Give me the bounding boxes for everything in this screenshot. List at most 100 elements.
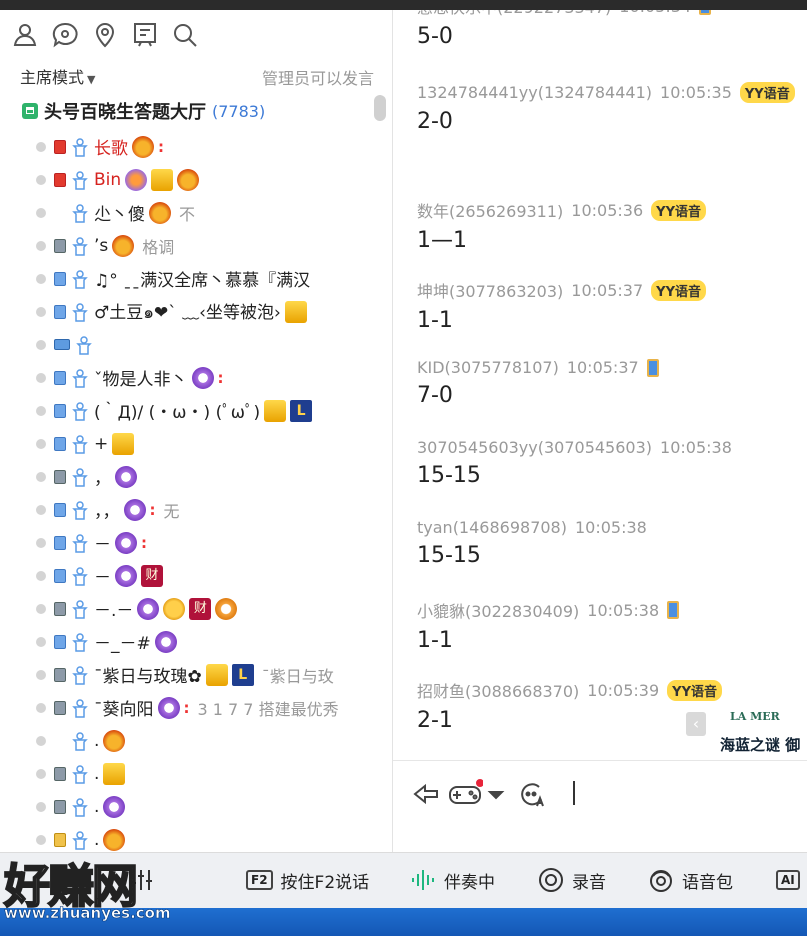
- user-name: ˉ葵向阳: [94, 700, 154, 720]
- chevron-down-icon: ▼: [87, 73, 96, 86]
- user-signature: 3 1 7 7 搭建最优秀: [197, 699, 339, 719]
- user-row[interactable]: +: [36, 427, 376, 460]
- voice-pack-label: 语音包: [682, 872, 733, 893]
- mode-dropdown[interactable]: 主席模式 ▼: [20, 64, 95, 88]
- user-badge-icon: [154, 630, 177, 653]
- message-sender[interactable]: 招财鱼(3088668370): [417, 678, 579, 702]
- user-row[interactable]: ˉ紫日与玫瑰✿ L ˉ紫日与玫: [36, 658, 376, 691]
- role-badge-icon: [54, 832, 66, 847]
- status-dot: [36, 669, 46, 680]
- message-body: 1-1: [417, 308, 453, 333]
- user-name: +: [94, 433, 109, 454]
- status-dot: [36, 372, 46, 383]
- user-row[interactable]: 长歌:: [36, 130, 376, 163]
- user-row[interactable]: .: [36, 724, 376, 757]
- scrollbar-thumb[interactable]: [374, 95, 386, 121]
- separator: :: [217, 368, 224, 387]
- user-row[interactable]: ♂土豆๑❤ˋ ﹏‹坐等被泡›: [36, 295, 376, 328]
- chat-search-icon[interactable]: [50, 20, 80, 50]
- ad-card[interactable]: ‹ LA MER 海蓝之谜 御: [686, 690, 807, 760]
- message-sender[interactable]: 1324784441yy(1324784441): [417, 83, 652, 102]
- status-dot: [36, 834, 46, 845]
- voice-pack-button[interactable]: 语音包: [648, 863, 733, 897]
- message-sender[interactable]: 坤坤(3077863203): [417, 278, 563, 302]
- user-name: ♂土豆๑❤ˋ ﹏‹坐等被泡›: [94, 302, 281, 323]
- user-row[interactable]: .: [36, 790, 376, 823]
- user-badge-icon: L: [231, 663, 254, 686]
- f2-key-icon: F2: [246, 870, 273, 890]
- user-name: －.－: [94, 601, 134, 621]
- status-dot: [36, 405, 46, 416]
- record-button[interactable]: 录音: [538, 863, 606, 897]
- role-badge-icon: [54, 469, 66, 484]
- user-row[interactable]: ，，: 无: [36, 493, 376, 526]
- user-row[interactable]: ’s 格调: [36, 229, 376, 262]
- phone-icon: [646, 358, 659, 377]
- chevron-left-icon[interactable]: ‹: [686, 712, 706, 736]
- window-top-edge: [0, 0, 807, 10]
- location-icon[interactable]: [90, 20, 120, 50]
- message-sender[interactable]: 感恩快乐中(2292273347): [417, 10, 611, 18]
- user-name: －: [94, 568, 111, 588]
- person-icon: [70, 731, 90, 751]
- user-row[interactable]: ˇ物是人非丶:: [36, 361, 376, 394]
- message-meta: KID(3075778107) 10:05:37: [417, 358, 659, 377]
- user-row[interactable]: [36, 328, 376, 361]
- role-badge-icon: [54, 139, 66, 154]
- gift-icon[interactable]: [411, 779, 441, 809]
- person-icon: [74, 335, 94, 355]
- user-name: .: [94, 796, 100, 817]
- search-icon[interactable]: [170, 20, 200, 50]
- push-to-talk-button[interactable]: F2 按住F2说话: [246, 863, 369, 897]
- user-name: ♫° ˍˍ满汉全席丶慕慕『满汉: [94, 271, 311, 291]
- ai-chat-icon[interactable]: [517, 779, 547, 809]
- chat-area: 感恩快乐中(2292273347) 10:05:34 5-0 1324784441yy…: [393, 10, 807, 760]
- channel-header[interactable]: 头号百晓生答题大厅 (7783): [22, 98, 265, 124]
- user-row[interactable]: －_－#: [36, 625, 376, 658]
- user-badge-icon: [103, 795, 126, 818]
- board-icon[interactable]: [130, 20, 160, 50]
- user-row[interactable]: 尐丶傻 不: [36, 196, 376, 229]
- user-name: －_－#: [94, 634, 151, 654]
- accompaniment-label: 伴奏中: [444, 872, 495, 893]
- user-signature: 格调: [142, 237, 175, 257]
- message-time: 10:05:37: [566, 358, 639, 377]
- user-name: －: [94, 535, 111, 555]
- user-row[interactable]: －.－ 财: [36, 592, 376, 625]
- user-signature: 不: [179, 204, 196, 224]
- message-time: 10:05:38: [587, 600, 660, 620]
- gamepad-icon[interactable]: [447, 779, 484, 809]
- chat-input-bar[interactable]: [393, 760, 807, 853]
- message-sender[interactable]: 3070545603yy(3070545603): [417, 438, 652, 457]
- chevron-down-icon[interactable]: [487, 779, 505, 809]
- ai-button[interactable]: AI: [776, 863, 800, 897]
- user-row[interactable]: －财: [36, 559, 376, 592]
- user-badge-icon: [112, 432, 135, 455]
- user-row[interactable]: ˉ葵向阳:3 1 7 7 搭建最优秀: [36, 691, 376, 724]
- status-dot: [36, 141, 46, 152]
- home-icon: [22, 103, 38, 119]
- user-icon[interactable]: [10, 20, 40, 50]
- message-sender[interactable]: 数年(2656269311): [417, 198, 563, 222]
- user-name: 长歌: [94, 139, 128, 159]
- message-sender[interactable]: tyan(1468698708): [417, 518, 567, 537]
- user-row[interactable]: (｀Д)/ (・ω・) (ﾟωﾟ) L: [36, 394, 376, 427]
- accompaniment-button[interactable]: 伴奏中: [410, 863, 495, 897]
- user-row[interactable]: ，: [36, 460, 376, 493]
- user-badge-icon: [191, 366, 214, 389]
- status-dot: [36, 768, 46, 779]
- user-row[interactable]: ♫° ˍˍ满汉全席丶慕慕『满汉: [36, 262, 376, 295]
- message-body: 1-1: [417, 628, 453, 653]
- message-sender[interactable]: KID(3075778107): [417, 358, 559, 377]
- user-row[interactable]: .: [36, 757, 376, 790]
- message-sender[interactable]: 小貔貅(3022830409): [417, 598, 579, 622]
- message-meta: 招财鱼(3088668370) 10:05:39 YY语音: [417, 678, 722, 702]
- user-name: .: [94, 829, 100, 850]
- role-badge-icon: [54, 700, 66, 715]
- status-dot: [36, 174, 46, 185]
- user-row[interactable]: －:: [36, 526, 376, 559]
- message-meta: 1324784441yy(1324784441) 10:05:35 YY语音: [417, 82, 795, 103]
- user-row[interactable]: .: [36, 823, 376, 852]
- status-dot: [36, 438, 46, 449]
- user-row[interactable]: Bin: [36, 163, 376, 196]
